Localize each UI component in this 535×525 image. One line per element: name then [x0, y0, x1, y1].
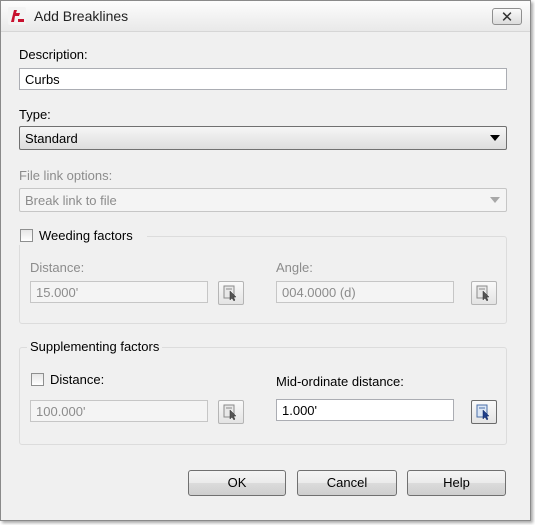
supplementing-factors-group	[19, 347, 507, 445]
supplementing-distance-label: Distance:	[50, 372, 105, 387]
add-breaklines-dialog: Add Breaklines ✕ Description: Curbs Type…	[0, 0, 531, 521]
file-link-label: File link options:	[19, 168, 113, 183]
type-label: Type:	[19, 107, 51, 122]
pick-from-drawing-icon	[476, 285, 490, 301]
weeding-factors-checkbox[interactable]	[20, 229, 33, 242]
supplementing-distance-input[interactable]: 100.000'	[30, 400, 208, 422]
window-title: Add Breaklines	[34, 8, 129, 24]
weeding-factors-group	[19, 236, 507, 324]
mid-ordinate-input[interactable]: 1.000'	[276, 399, 454, 421]
weeding-distance-input[interactable]: 15.000'	[30, 281, 208, 303]
ok-button[interactable]: OK	[188, 470, 286, 496]
description-label: Description:	[19, 47, 88, 62]
cancel-button[interactable]: Cancel	[297, 470, 397, 496]
weeding-distance-label: Distance:	[30, 260, 85, 275]
supplementing-factors-label: Supplementing factors	[27, 339, 163, 354]
mid-ordinate-pick-button[interactable]	[471, 400, 497, 424]
title-bar: Add Breaklines ✕	[1, 1, 530, 32]
description-input[interactable]: Curbs	[19, 68, 507, 90]
type-select[interactable]: Standard	[19, 126, 507, 150]
chevron-down-icon	[490, 135, 500, 141]
weeding-angle-pick-button[interactable]	[471, 281, 497, 305]
weeding-angle-input[interactable]: 004.0000 (d)	[276, 281, 454, 303]
supplementing-distance-pick-button[interactable]	[218, 400, 244, 424]
pick-from-drawing-icon	[476, 404, 490, 420]
weeding-angle-label: Angle:	[276, 260, 313, 275]
close-button[interactable]: ✕	[492, 8, 522, 26]
autocad-app-icon	[8, 7, 26, 25]
weeding-distance-pick-button[interactable]	[218, 281, 244, 305]
file-link-select[interactable]: Break link to file	[19, 188, 507, 212]
pick-from-drawing-icon	[223, 285, 237, 301]
weeding-factors-label: Weeding factors	[39, 228, 133, 243]
weeding-legend: Weeding factors	[17, 227, 147, 245]
mid-ordinate-label: Mid-ordinate distance:	[276, 374, 404, 389]
type-selected-value: Standard	[25, 131, 78, 146]
pick-from-drawing-icon	[223, 404, 237, 420]
file-link-selected-value: Break link to file	[25, 193, 117, 208]
close-icon: ✕	[500, 9, 514, 26]
help-button[interactable]: Help	[407, 470, 506, 496]
chevron-down-icon	[490, 197, 500, 203]
supplementing-distance-checkbox[interactable]	[31, 373, 44, 386]
